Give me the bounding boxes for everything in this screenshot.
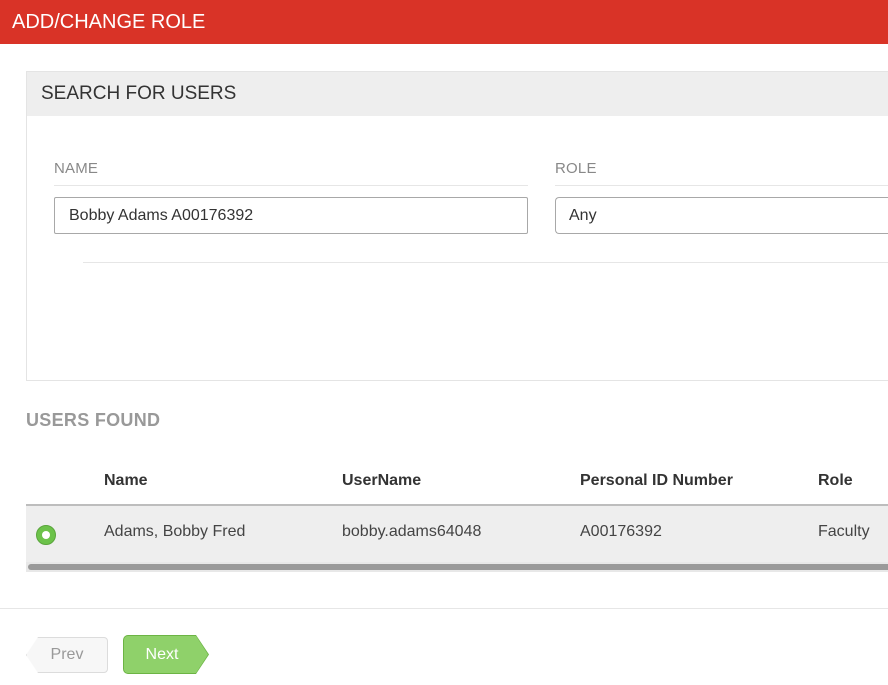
- next-button-label: Next: [145, 646, 179, 663]
- page-header: ADD/CHANGE ROLE: [0, 0, 888, 44]
- column-header-username[interactable]: UserName: [342, 472, 421, 490]
- table-row[interactable]: Adams, Bobby Fred bobby.adams64048 A0017…: [26, 506, 888, 562]
- name-field-label: NAME: [54, 160, 528, 186]
- search-panel: SEARCH FOR USERS NAME ROLE Any: [26, 71, 888, 381]
- role-select-value: Any: [569, 207, 597, 224]
- prev-button-label: Prev: [50, 646, 84, 663]
- role-field-label: ROLE: [555, 160, 888, 186]
- name-search-input[interactable]: [54, 197, 528, 234]
- column-header-name[interactable]: Name: [104, 472, 148, 490]
- prev-button[interactable]: Prev: [26, 637, 108, 673]
- role-select[interactable]: Any: [555, 197, 888, 234]
- cell-role: Faculty: [818, 523, 870, 540]
- next-button[interactable]: Next: [124, 636, 208, 673]
- horizontal-scrollbar[interactable]: [26, 562, 888, 572]
- users-found-heading: USERS FOUND: [26, 410, 161, 430]
- users-table: Name UserName Personal ID Number Role Ad…: [26, 460, 888, 572]
- cell-username: bobby.adams64048: [342, 523, 482, 540]
- name-label-text: NAME: [54, 160, 99, 177]
- panel-divider: [83, 262, 888, 263]
- cell-name: Adams, Bobby Fred: [104, 523, 246, 540]
- row-select-radio[interactable]: [36, 525, 56, 545]
- role-label-text: ROLE: [555, 160, 597, 177]
- table-header: Name UserName Personal ID Number Role: [26, 460, 888, 506]
- cell-personal-id: A00176392: [580, 523, 662, 540]
- page-title: ADD/CHANGE ROLE: [12, 11, 206, 33]
- column-header-personal-id[interactable]: Personal ID Number: [580, 472, 733, 490]
- footer-divider: [0, 608, 888, 609]
- scrollbar-thumb[interactable]: [28, 564, 888, 570]
- column-header-role[interactable]: Role: [818, 472, 853, 490]
- search-panel-title: SEARCH FOR USERS: [27, 72, 888, 116]
